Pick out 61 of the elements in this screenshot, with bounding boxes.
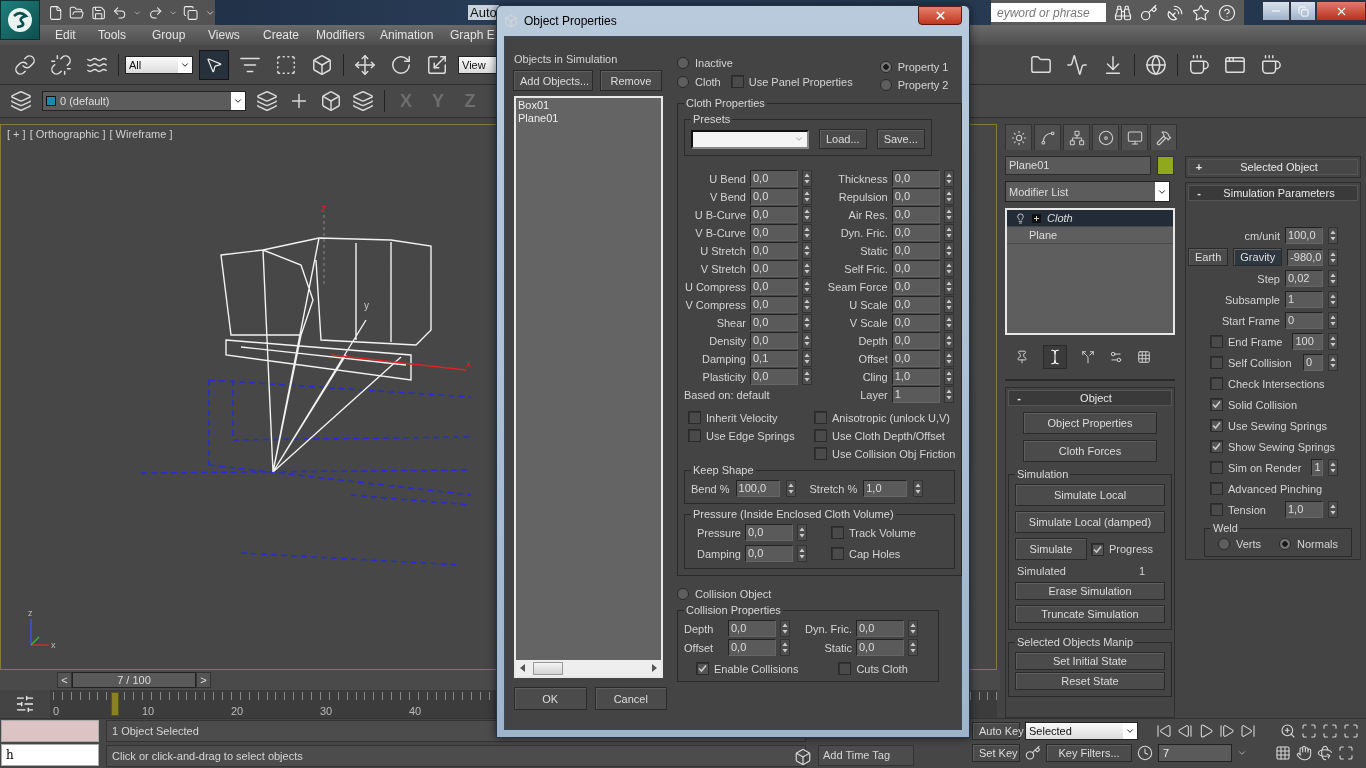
axis-label: z — [28, 608, 33, 618]
group-title: Weld — [1212, 522, 1239, 534]
field-label: Offset — [857, 352, 888, 365]
field-label: U Stretch — [699, 244, 746, 257]
frame-tick-label: 40 — [409, 705, 422, 717]
field-label: V Stretch — [699, 262, 746, 275]
field-label: Density — [708, 334, 746, 347]
field-label: U B-Curve — [693, 208, 746, 221]
field-label: Bend % — [691, 482, 730, 495]
field-label: Self Fric. — [843, 262, 888, 275]
field-label: Depth — [857, 334, 888, 347]
frame-tick-label: 20 — [231, 705, 244, 717]
group-title: Cloth Properties — [685, 97, 766, 109]
axis-label: x — [51, 640, 56, 650]
dialog-title: Object Properties — [524, 14, 617, 28]
group-title: Presets — [692, 113, 732, 125]
field-label: Static — [859, 244, 888, 257]
layer-name: 0 (default) — [60, 95, 110, 107]
field-label: cm/unit — [1244, 229, 1280, 242]
field-label: Offset — [684, 641, 715, 654]
window-title: Auto — [468, 5, 499, 20]
field-label: Layer — [859, 388, 888, 401]
axis-label: y — [364, 300, 369, 311]
frame-tick-label: 30 — [320, 705, 333, 717]
field-label: V Bend — [708, 190, 746, 203]
field-label: U Compress — [684, 280, 746, 293]
field-label: Dyn. Fric. — [839, 226, 888, 239]
field-label: Subsample — [1224, 293, 1280, 306]
axis-label: z — [321, 203, 326, 214]
field-label: U Bend — [708, 172, 746, 185]
group-title: Collision Properties — [685, 604, 782, 616]
field-label: Dyn. Fric. — [804, 622, 852, 635]
field-label: Cling — [861, 370, 888, 383]
field-label: Plasticity — [701, 370, 746, 383]
field-label: Shear — [715, 316, 746, 329]
field-label: Static — [823, 641, 852, 654]
field-label: V Compress — [684, 298, 746, 311]
field-label: Repulsion — [837, 190, 888, 203]
group-title: Selected Objects Manip — [1016, 636, 1135, 648]
status-label: Simulated — [1017, 565, 1066, 577]
field-label: Pressure — [695, 526, 741, 539]
group-title: Simulation — [1016, 468, 1070, 480]
status-value: 1 — [1138, 565, 1145, 577]
axis-label: x — [466, 358, 471, 369]
field-label: Damping — [695, 547, 741, 560]
field-label: Seam Force — [826, 280, 888, 293]
field-label: Depth — [684, 622, 715, 635]
field-label: Damping — [700, 352, 746, 365]
field-label: Stretch % — [809, 482, 858, 495]
field-label: Thickness — [837, 172, 888, 185]
group-title: Keep Shape — [692, 464, 755, 476]
field-label: Air Res. — [847, 208, 888, 221]
frame-tick-label: 10 — [142, 705, 155, 717]
frame-tick-label: 0 — [53, 705, 60, 717]
field-label: U Scale — [848, 298, 888, 311]
field-label: V B-Curve — [694, 226, 746, 239]
field-label: V Scale — [848, 316, 888, 329]
field-label: Step — [1257, 272, 1280, 285]
field-label: Start Frame — [1221, 314, 1280, 327]
group-title: Pressure (Inside Enclosed Cloth Volume) — [692, 508, 895, 520]
based-on-label: Based on: default — [684, 388, 770, 401]
